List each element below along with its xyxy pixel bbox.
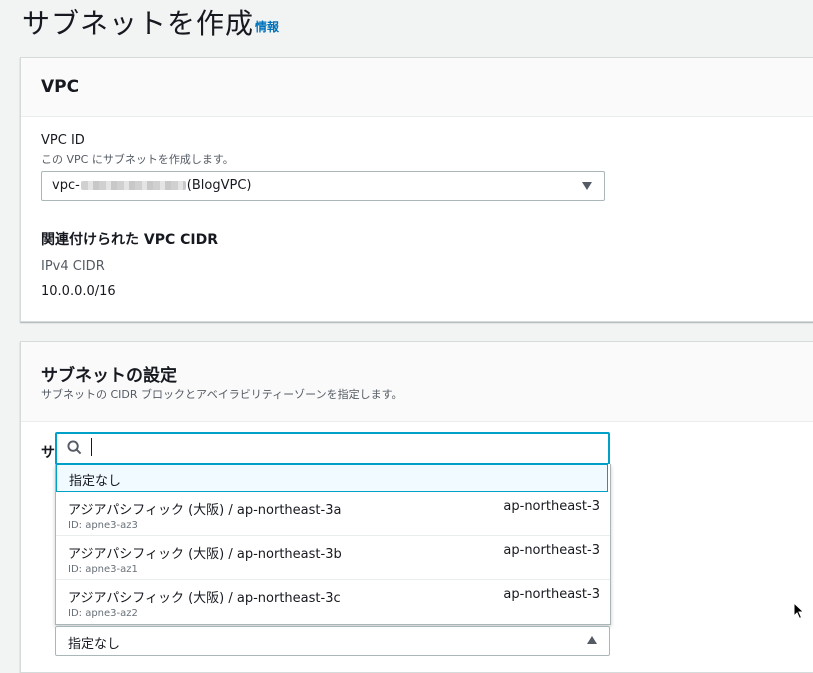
mouse-cursor-icon — [793, 602, 805, 620]
az-select[interactable]: 指定なし — [55, 626, 610, 656]
az-option-3c[interactable]: アジアパシフィック (大阪) / ap-northeast-3c ID: apn… — [56, 580, 610, 624]
caret-down-icon — [582, 182, 592, 190]
subnet-name-label-truncated: サ — [41, 445, 55, 461]
az-search-input[interactable] — [55, 432, 610, 465]
az-select-value: 指定なし — [68, 637, 121, 652]
az-option-name: アジアパシフィック (大阪) / ap-northeast-3a — [68, 503, 342, 518]
az-option-id: ID: apne3-az1 — [68, 564, 138, 575]
vpc-panel: VPC VPC ID この VPC にサブネットを作成します。 vpc- (Blo… — [20, 57, 813, 322]
redacted-vpc-id — [80, 181, 186, 190]
ipv4-cidr-value: 10.0.0.0/16 — [41, 284, 116, 299]
vpc-panel-heading: VPC — [41, 77, 80, 97]
subnet-panel-header: サブネットの設定 サブネットの CIDR ブロックとアベイラビリティーゾーンを指… — [21, 342, 813, 422]
vpc-id-label: VPC ID — [41, 133, 85, 148]
search-icon — [67, 440, 82, 455]
vpc-select-prefix: vpc- — [52, 178, 80, 193]
az-option-region: ap-northeast-3 — [503, 587, 600, 602]
az-option-region: ap-northeast-3 — [503, 499, 600, 514]
subnet-panel-description: サブネットの CIDR ブロックとアベイラビリティーゾーンを指定します。 — [41, 388, 403, 401]
az-option-region: ap-northeast-3 — [503, 543, 600, 558]
vpc-select-name: (BlogVPC) — [186, 178, 252, 193]
az-option-3a[interactable]: アジアパシフィック (大阪) / ap-northeast-3a ID: apn… — [56, 492, 610, 536]
az-option-name: アジアパシフィック (大阪) / ap-northeast-3b — [68, 547, 342, 562]
az-option-id: ID: apne3-az3 — [68, 520, 138, 531]
subnet-panel-heading: サブネットの設定 — [41, 366, 177, 386]
cidr-heading: 関連付けられた VPC CIDR — [41, 232, 219, 248]
az-dropdown-list: 指定なし アジアパシフィック (大阪) / ap-northeast-3a ID… — [55, 464, 611, 625]
az-option-name: アジアパシフィック (大阪) / ap-northeast-3c — [68, 591, 341, 606]
vpc-panel-header: VPC — [21, 58, 813, 117]
az-option-id: ID: apne3-az2 — [68, 608, 138, 619]
vpc-id-description: この VPC にサブネットを作成します。 — [41, 153, 234, 166]
az-option-3b[interactable]: アジアパシフィック (大阪) / ap-northeast-3b ID: apn… — [56, 536, 610, 580]
info-link[interactable]: 情報 — [255, 18, 279, 35]
vpc-select[interactable]: vpc- (BlogVPC) — [41, 171, 605, 201]
caret-up-icon — [587, 636, 597, 644]
page-title: サブネットを作成 — [22, 7, 255, 40]
az-option-label: 指定なし — [69, 474, 122, 489]
az-option-no-preference[interactable]: 指定なし — [56, 464, 608, 492]
ipv4-cidr-label: IPv4 CIDR — [41, 259, 105, 274]
text-cursor — [91, 438, 92, 456]
